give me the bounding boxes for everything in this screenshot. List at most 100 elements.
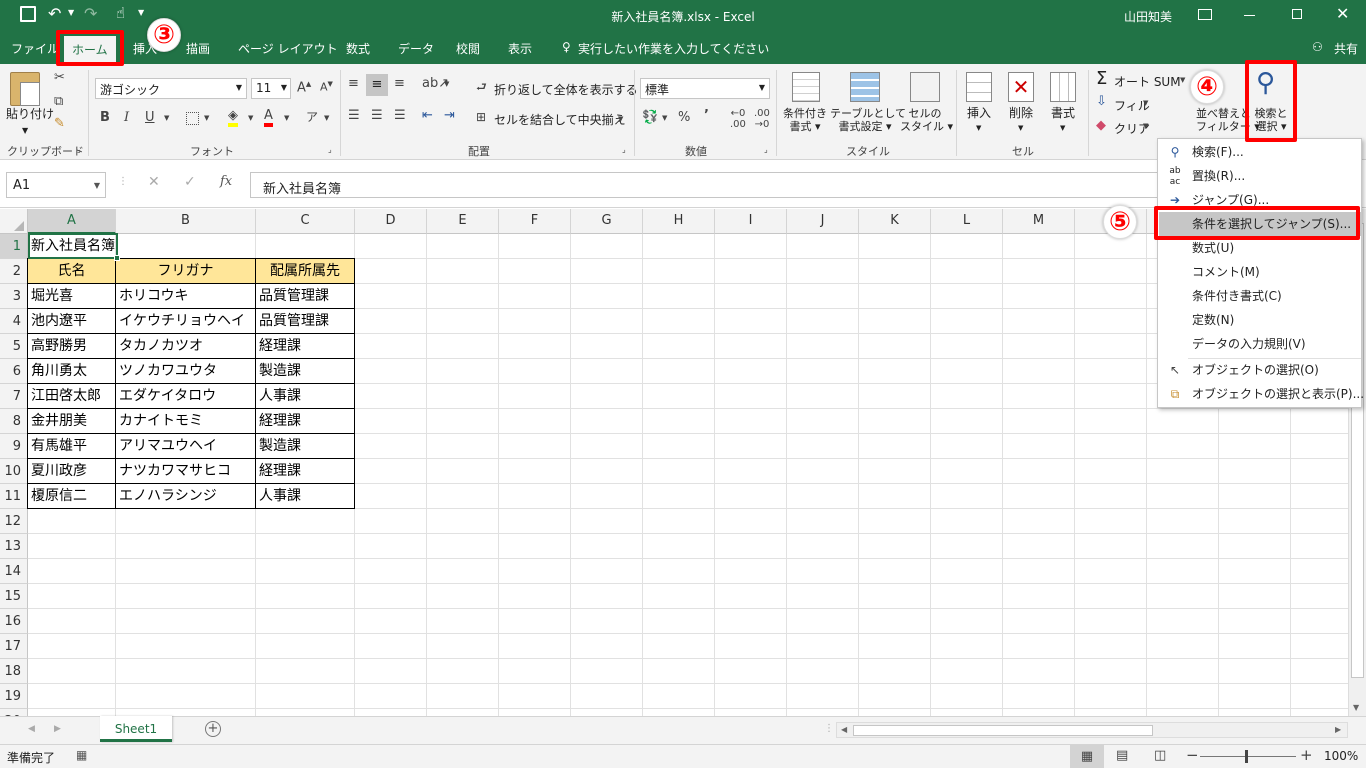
top-align-icon[interactable]: ≡ — [348, 76, 359, 91]
table-cell[interactable]: 榎原信二 — [28, 484, 116, 509]
font-color-button[interactable]: A — [264, 108, 273, 127]
currency-icon[interactable]: 💱 — [642, 110, 658, 125]
wrap-text-button[interactable]: 折り返して全体を表示する — [494, 81, 638, 98]
decrease-font-size-icon[interactable]: A▼ — [320, 80, 333, 94]
decrease-decimal-icon[interactable]: .00 →0 — [754, 108, 770, 130]
underline-button[interactable]: U — [145, 110, 155, 125]
table-cell[interactable]: 品質管理課 — [256, 309, 355, 334]
tab-draw[interactable]: 描画 — [186, 40, 210, 57]
menu-item-find[interactable]: ⚲ 検索(F)... — [1159, 140, 1361, 164]
insert-function-button[interactable]: fx — [220, 174, 232, 189]
row-header-9[interactable]: 9 — [0, 434, 28, 459]
increase-font-size-icon[interactable]: A▲ — [297, 80, 311, 95]
tab-review[interactable]: 校閲 — [456, 40, 480, 57]
tab-formulas[interactable]: 数式 — [346, 40, 370, 57]
row-header-18[interactable]: 18 — [0, 659, 28, 684]
column-header-j[interactable]: J — [787, 209, 859, 234]
row-header-6[interactable]: 6 — [0, 359, 28, 384]
row-header-19[interactable]: 19 — [0, 684, 28, 709]
fill-color-dropdown-icon[interactable]: ▼ — [248, 114, 253, 122]
normal-view-icon[interactable]: ▦ — [1070, 745, 1104, 768]
table-cell[interactable]: タカノカツオ — [116, 334, 256, 359]
conditional-formatting-icon[interactable] — [792, 72, 820, 102]
row-header-20[interactable]: 20 — [0, 709, 28, 716]
table-cell[interactable]: 角川勇太 — [28, 359, 116, 384]
italic-button[interactable]: I — [124, 110, 129, 125]
number-launcher-icon[interactable]: ⌟ — [764, 145, 768, 154]
user-name[interactable]: 山田知美 — [1124, 8, 1172, 25]
number-format-select[interactable]: 標準 ▼ — [640, 78, 770, 99]
alignment-launcher-icon[interactable]: ⌟ — [622, 145, 626, 154]
page-break-view-icon[interactable]: ◫ — [1154, 748, 1166, 763]
table-cell[interactable]: 経理課 — [256, 334, 355, 359]
tell-me-input[interactable]: 実行したい作業を入力してください — [578, 40, 769, 57]
name-box[interactable]: A1 ▼ — [6, 172, 106, 198]
paste-dropdown-icon[interactable]: ▼ — [22, 124, 28, 137]
row-header-11[interactable]: 11 — [0, 484, 28, 509]
enter-icon[interactable]: ✓ — [184, 174, 196, 190]
table-cell[interactable]: エダケイタロウ — [116, 384, 256, 409]
insert-dropdown-icon[interactable]: ▼ — [976, 122, 981, 135]
font-launcher-icon[interactable]: ⌟ — [328, 145, 332, 154]
menu-item-data-validation[interactable]: データの入力規則(V) — [1159, 332, 1361, 356]
bold-button[interactable]: B — [100, 110, 110, 125]
conditional-formatting-button[interactable]: 条件付き 書式 ▾ — [782, 107, 828, 133]
fill-handle[interactable] — [114, 255, 120, 261]
table-cell[interactable]: エノハラシンジ — [116, 484, 256, 509]
align-right-icon[interactable]: ☰ — [394, 108, 406, 123]
autosum-button[interactable]: オート SUM — [1114, 73, 1181, 90]
format-as-table-icon[interactable] — [850, 72, 880, 102]
tab-file[interactable]: ファイル — [11, 40, 59, 57]
restore-icon[interactable] — [1292, 9, 1302, 19]
bottom-align-icon[interactable]: ≡ — [394, 76, 405, 91]
phonetic-dropdown-icon[interactable]: ▼ — [324, 114, 329, 122]
font-color-dropdown-icon[interactable]: ▼ — [284, 114, 289, 122]
row-header-10[interactable]: 10 — [0, 459, 28, 484]
scroll-right-icon[interactable]: ▶ — [1335, 725, 1341, 734]
tab-view[interactable]: 表示 — [508, 40, 532, 57]
orientation-dropdown-icon[interactable]: ▼ — [444, 80, 449, 88]
cell-styles-button[interactable]: セルの スタイル ▾ — [900, 107, 953, 133]
paste-button[interactable]: 貼り付け — [6, 108, 54, 121]
row-header-4[interactable]: 4 — [0, 309, 28, 334]
cell-styles-icon[interactable] — [910, 72, 940, 102]
insert-cells-icon[interactable] — [966, 72, 992, 102]
delete-cells-button[interactable]: 削除 — [1009, 107, 1033, 120]
format-dropdown-icon[interactable]: ▼ — [1060, 122, 1065, 135]
redo-icon[interactable]: ↷ — [84, 4, 97, 23]
row-header-7[interactable]: 7 — [0, 384, 28, 409]
table-cell[interactable]: 経理課 — [256, 459, 355, 484]
table-cell[interactable]: カナイトモミ — [116, 409, 256, 434]
table-header-cell[interactable]: フリガナ — [116, 259, 256, 284]
row-header-13[interactable]: 13 — [0, 534, 28, 559]
zoom-slider[interactable] — [1200, 756, 1296, 757]
format-cells-icon[interactable] — [1050, 72, 1076, 102]
tab-data[interactable]: データ — [398, 40, 434, 57]
font-size-select[interactable]: 11 ▼ — [251, 78, 291, 99]
cut-icon[interactable]: ✂ — [54, 70, 65, 85]
prev-sheet-icon[interactable]: ◀ — [28, 724, 35, 734]
table-cell[interactable]: ナツカワマサヒコ — [116, 459, 256, 484]
menu-item-conditional-formatting[interactable]: 条件付き書式(C) — [1159, 284, 1361, 308]
column-header-h[interactable]: H — [643, 209, 715, 234]
format-painter-icon[interactable]: ✎ — [54, 116, 65, 131]
row-header-1[interactable]: 1 — [0, 234, 28, 259]
tab-split-grip-icon[interactable]: ⋮ — [824, 723, 834, 734]
comma-style-button[interactable]: ’ — [704, 108, 709, 123]
table-cell[interactable]: ホリコウキ — [116, 284, 256, 309]
table-cell[interactable]: 池内遼平 — [28, 309, 116, 334]
ribbon-display-options-icon[interactable] — [1198, 9, 1212, 20]
table-cell[interactable]: ツノカワユウタ — [116, 359, 256, 384]
column-header-b[interactable]: B — [116, 209, 256, 234]
scroll-down-icon[interactable]: ▼ — [1353, 703, 1359, 712]
hscroll-thumb[interactable] — [853, 725, 1153, 736]
table-cell[interactable]: 有馬雄平 — [28, 434, 116, 459]
zoom-in-icon[interactable]: + — [1300, 746, 1313, 764]
copy-icon[interactable]: ⧉ — [54, 94, 63, 109]
worksheet-grid[interactable]: ABCDEFGHIJKLMNOPQR 123456789101112131415… — [0, 209, 1348, 716]
table-cell[interactable]: 金井朋美 — [28, 409, 116, 434]
increase-decimal-icon[interactable]: ←0.00 — [730, 108, 746, 130]
fill-dropdown-icon[interactable]: ▼ — [1143, 99, 1148, 107]
cancel-icon[interactable]: ✕ — [148, 174, 160, 190]
save-icon[interactable] — [20, 6, 36, 22]
